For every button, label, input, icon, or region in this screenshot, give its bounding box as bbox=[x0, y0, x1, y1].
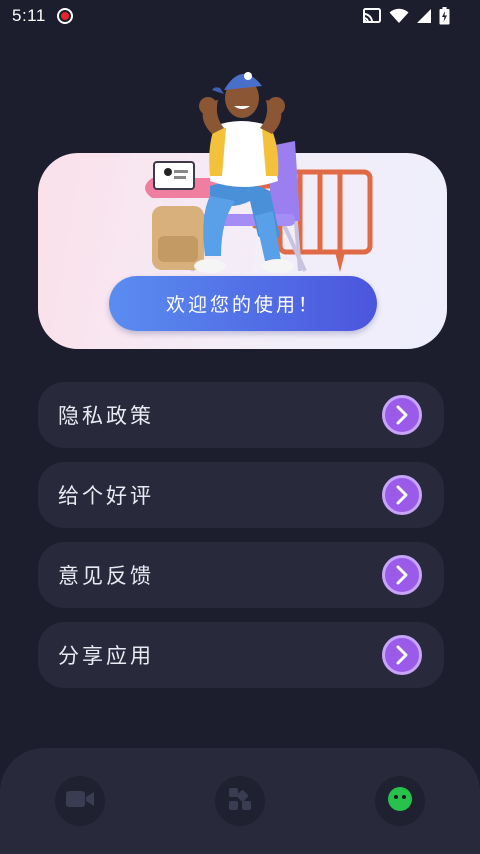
menu-item-privacy-policy[interactable]: 隐私政策 bbox=[38, 382, 444, 448]
wifi-icon bbox=[389, 8, 409, 24]
chevron-right-icon[interactable] bbox=[382, 555, 422, 595]
nav-profile[interactable] bbox=[375, 776, 425, 826]
menu-item-label: 隐私政策 bbox=[58, 404, 154, 428]
menu-item-feedback[interactable]: 意见反馈 bbox=[38, 542, 444, 608]
cast-icon bbox=[362, 8, 382, 24]
person-sitting-illustration bbox=[145, 72, 373, 273]
smiley-face-icon bbox=[387, 786, 413, 816]
menu-item-label: 意见反馈 bbox=[58, 564, 154, 588]
menu-item-label: 给个好评 bbox=[58, 484, 154, 508]
signal-icon bbox=[416, 8, 432, 24]
chevron-right-icon[interactable] bbox=[382, 475, 422, 515]
menu-item-rate-app[interactable]: 给个好评 bbox=[38, 462, 444, 528]
video-camera-icon bbox=[65, 789, 95, 813]
menu-item-label: 分享应用 bbox=[58, 644, 154, 668]
status-icons bbox=[362, 7, 450, 25]
nav-apps[interactable] bbox=[215, 776, 265, 826]
record-icon bbox=[57, 8, 73, 24]
status-time: 5:11 bbox=[12, 6, 46, 25]
chevron-right-icon[interactable] bbox=[382, 395, 422, 435]
battery-icon bbox=[439, 7, 450, 25]
chevron-right-icon[interactable] bbox=[382, 635, 422, 675]
bottom-navigation bbox=[0, 748, 480, 854]
status-bar: 5:11 bbox=[0, 0, 480, 32]
menu-item-share-app[interactable]: 分享应用 bbox=[38, 622, 444, 688]
nav-video[interactable] bbox=[55, 776, 105, 826]
welcome-button[interactable]: 欢迎您的使用！ bbox=[109, 276, 377, 331]
grid-apps-icon bbox=[227, 786, 253, 816]
